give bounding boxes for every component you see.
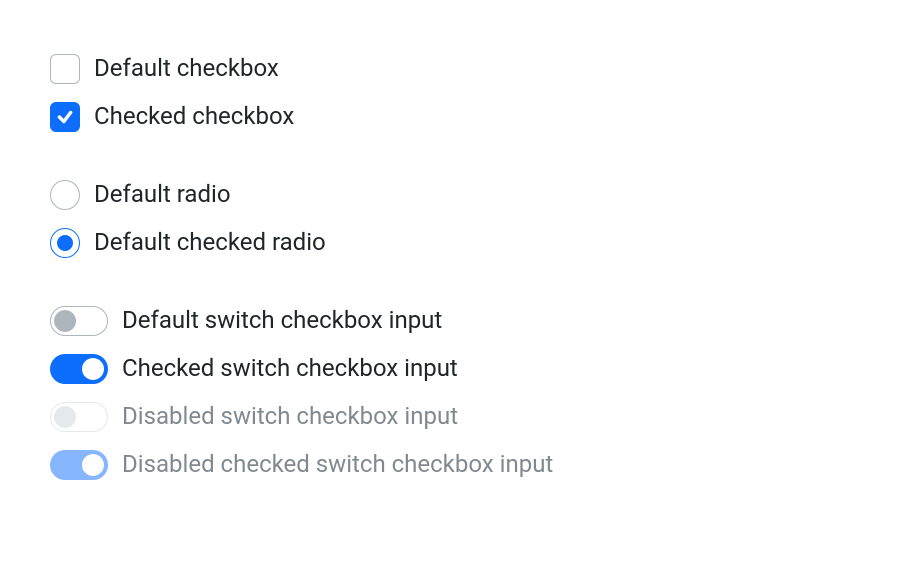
switch-row: Disabled checked switch checkbox input (50, 446, 852, 484)
checked-switch[interactable] (50, 354, 108, 384)
radio-label: Default radio (94, 178, 231, 212)
checkbox-label: Default checkbox (94, 52, 279, 86)
radio-label: Default checked radio (94, 226, 326, 260)
checkbox-row: Checked checkbox (50, 98, 852, 136)
default-switch[interactable] (50, 306, 108, 336)
checkbox-row: Default checkbox (50, 50, 852, 88)
switch-row: Disabled switch checkbox input (50, 398, 852, 436)
switch-label: Default switch checkbox input (122, 304, 442, 338)
disabled-switch (50, 402, 108, 432)
radio-row: Default checked radio (50, 224, 852, 262)
switch-row: Default switch checkbox input (50, 302, 852, 340)
switch-label: Checked switch checkbox input (122, 352, 458, 386)
switch-label: Disabled checked switch checkbox input (122, 448, 553, 482)
radio-row: Default radio (50, 176, 852, 214)
checked-radio[interactable] (50, 228, 80, 258)
default-checkbox[interactable] (50, 54, 80, 84)
switch-label: Disabled switch checkbox input (122, 400, 458, 434)
disabled-checked-switch (50, 450, 108, 480)
check-icon (56, 108, 74, 126)
default-radio[interactable] (50, 180, 80, 210)
checked-checkbox[interactable] (50, 102, 80, 132)
switch-row: Checked switch checkbox input (50, 350, 852, 388)
checkbox-label: Checked checkbox (94, 100, 294, 134)
